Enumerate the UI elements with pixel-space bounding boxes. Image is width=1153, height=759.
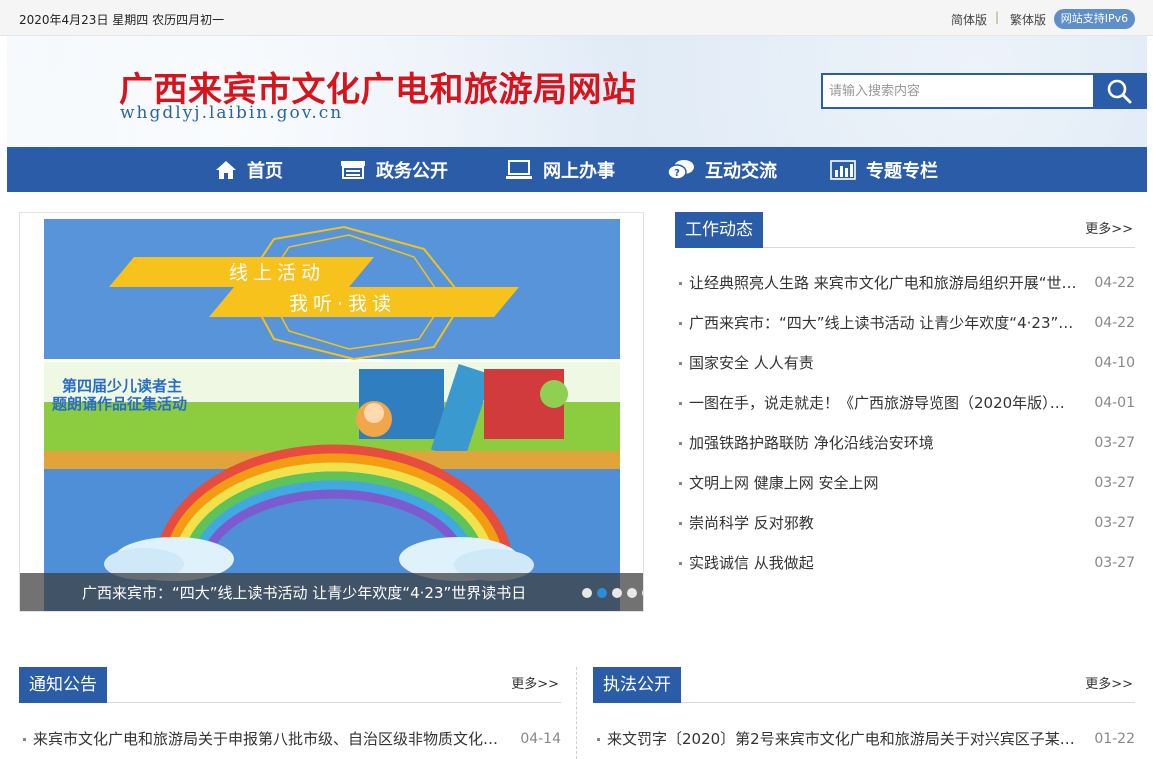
news-date: 04-10 xyxy=(1094,355,1135,371)
building-icon xyxy=(341,160,365,179)
news-title[interactable]: 加强铁路护路联防 净化沿线治安环境 xyxy=(689,423,1077,463)
enforcement-date: 01-22 xyxy=(1094,731,1135,747)
work-news-header: 工作动态 更多>> xyxy=(675,212,1135,248)
banner-line1: 线上活动 xyxy=(229,262,325,284)
ipv6-badge: 网站支持IPv6 xyxy=(1054,9,1135,29)
news-title[interactable]: 文明上网 健康上网 安全上网 xyxy=(689,463,1077,503)
enforcement-title[interactable]: 来文罚字〔2020〕第2号来宾市文化广电和旅游局关于对兴宾区子某网吧的行政处罚决… xyxy=(607,719,1083,759)
news-date: 03-27 xyxy=(1094,515,1135,531)
nav-item-interaction[interactable]: ? 互动交流 xyxy=(667,147,777,192)
top-bar: 2020年4月23日 星期四 农历四月初一 简体版 | 繁体版 网站支持IPv6 xyxy=(0,0,1153,36)
news-date: 03-27 xyxy=(1094,435,1135,451)
current-date: 2020年4月23日 星期四 农历四月初一 xyxy=(19,13,225,27)
enforcement-header: 执法公开 更多>> xyxy=(593,667,1135,703)
laptop-icon xyxy=(506,159,532,179)
banner-sub2: 题朗诵作品征集活动 xyxy=(52,395,187,413)
nav-item-online-service[interactable]: 网上办事 xyxy=(505,147,615,192)
search-button[interactable] xyxy=(1093,75,1145,107)
news-date: 03-27 xyxy=(1094,555,1135,571)
slider-dot[interactable] xyxy=(597,588,607,598)
bullet xyxy=(597,738,600,741)
notice-item[interactable]: 来宾市文化广电和旅游局关于申报第八批市级、自治区级非物质文化遗产代表性项目的通知… xyxy=(19,719,561,759)
news-title[interactable]: 实践诚信 从我做起 xyxy=(689,543,1077,583)
nav-label: 政务公开 xyxy=(376,160,448,182)
traditional-link[interactable]: 繁体版 xyxy=(1010,11,1046,28)
bullet xyxy=(679,282,682,285)
simplified-link[interactable]: 简体版 xyxy=(951,11,987,28)
news-item[interactable]: 让经典照亮人生路 来宾市文化广电和旅游局组织开展“世界读书日”主题活动 04-22 xyxy=(675,263,1135,303)
news-title[interactable]: 广西来宾市：“四大”线上读书活动 让青少年欢度“4·23”世界读书日 xyxy=(689,303,1085,343)
enforcement-title[interactable]: 执法公开 xyxy=(593,667,681,703)
notices-header: 通知公告 更多>> xyxy=(19,667,561,703)
news-item[interactable]: 崇尚科学 反对邪教 03-27 xyxy=(675,503,1135,543)
enforcement-list: 来文罚字〔2020〕第2号来宾市文化广电和旅游局关于对兴宾区子某网吧的行政处罚决… xyxy=(593,719,1135,759)
news-slider[interactable]: 线上活动 我听·我读 第四届少儿读者主 题朗诵作品征集活动 广西来宾市：“四大”… xyxy=(19,212,644,612)
banner-sub1: 第四届少儿读者主 xyxy=(62,377,182,395)
svg-text:?: ? xyxy=(674,168,680,179)
enforcement-item[interactable]: 来文罚字〔2020〕第2号来宾市文化广电和旅游局关于对兴宾区子某网吧的行政处罚决… xyxy=(593,719,1135,759)
nav-item-home[interactable]: 首页 xyxy=(215,147,283,192)
slide-caption-bar: 广西来宾市：“四大”线上读书活动 让青少年欢度“4·23”世界读书日 xyxy=(20,573,643,611)
column-divider xyxy=(576,667,577,759)
bullet xyxy=(679,402,682,405)
slide-image[interactable]: 线上活动 我听·我读 第四届少儿读者主 题朗诵作品征集活动 xyxy=(44,219,620,612)
slider-dot[interactable] xyxy=(582,588,592,598)
news-title[interactable]: 让经典照亮人生路 来宾市文化广电和旅游局组织开展“世界读书日”主题活动 xyxy=(689,263,1077,303)
news-item[interactable]: 实践诚信 从我做起 03-27 xyxy=(675,543,1135,583)
slider-dot[interactable] xyxy=(642,588,643,598)
banner-line2: 我听·我读 xyxy=(289,293,396,315)
nav-item-gov-affairs[interactable]: 政务公开 xyxy=(340,147,448,192)
main-nav: 首页 政务公开 网上办事 ? 互动交流 专题专栏 xyxy=(7,147,1147,192)
bullet xyxy=(23,738,26,741)
news-date: 03-27 xyxy=(1094,475,1135,491)
work-news-more-link[interactable]: 更多>> xyxy=(1085,218,1133,237)
site-domain: whgdlyj.laibin.gov.cn xyxy=(120,103,344,123)
work-news-list: 让经典照亮人生路 来宾市文化广电和旅游局组织开展“世界读书日”主题活动 04-22… xyxy=(675,263,1135,583)
notices-title[interactable]: 通知公告 xyxy=(19,667,107,703)
news-item[interactable]: 国家安全 人人有责 04-10 xyxy=(675,343,1135,383)
news-item[interactable]: 加强铁路护路联防 净化沿线治安环境 03-27 xyxy=(675,423,1135,463)
news-date: 04-22 xyxy=(1094,275,1135,291)
notices-list: 来宾市文化广电和旅游局关于申报第八批市级、自治区级非物质文化遗产代表性项目的通知… xyxy=(19,719,561,759)
bullet xyxy=(679,482,682,485)
chat-icon: ? xyxy=(667,159,694,180)
nav-label: 专题专栏 xyxy=(866,160,938,182)
lang-separator: | xyxy=(995,10,1000,24)
nav-label: 互动交流 xyxy=(705,160,777,182)
search-icon xyxy=(1107,79,1132,104)
news-title[interactable]: 崇尚科学 反对邪教 xyxy=(689,503,1077,543)
site-header: 广西来宾市文化广电和旅游局网站 whgdlyj.laibin.gov.cn xyxy=(7,36,1147,147)
news-title[interactable]: 一图在手，说走就走！《广西旅游导览图（2020年版）》正式发布 xyxy=(689,383,1077,423)
notice-date: 04-14 xyxy=(520,731,561,747)
notice-title[interactable]: 来宾市文化广电和旅游局关于申报第八批市级、自治区级非物质文化遗产代表性项目的通知 xyxy=(33,719,511,759)
home-icon xyxy=(216,160,236,179)
nav-label: 网上办事 xyxy=(543,160,615,182)
enforcement-more-link[interactable]: 更多>> xyxy=(1085,673,1133,692)
slide-caption[interactable]: 广西来宾市：“四大”线上读书活动 让青少年欢度“4·23”世界读书日 xyxy=(82,573,582,611)
work-news-title[interactable]: 工作动态 xyxy=(675,212,763,248)
nav-label: 首页 xyxy=(247,160,283,182)
news-item[interactable]: 广西来宾市：“四大”线上读书活动 让青少年欢度“4·23”世界读书日 04-22 xyxy=(675,303,1135,343)
slider-dot[interactable] xyxy=(627,588,637,598)
news-item[interactable]: 文明上网 健康上网 安全上网 03-27 xyxy=(675,463,1135,503)
search-input[interactable] xyxy=(823,75,1093,107)
news-date: 04-22 xyxy=(1094,315,1135,331)
bar-chart-icon xyxy=(830,159,856,180)
nav-item-topics[interactable]: 专题专栏 xyxy=(830,147,938,192)
slider-dots xyxy=(582,588,643,598)
bullet xyxy=(679,442,682,445)
news-item[interactable]: 一图在手，说走就走！《广西旅游导览图（2020年版）》正式发布 04-01 xyxy=(675,383,1135,423)
bullet xyxy=(679,322,682,325)
search-box xyxy=(821,73,1147,109)
bullet xyxy=(679,562,682,565)
news-title[interactable]: 国家安全 人人有责 xyxy=(689,343,1077,383)
slider-dot[interactable] xyxy=(612,588,622,598)
bullet xyxy=(679,522,682,525)
bullet xyxy=(679,362,682,365)
news-date: 04-01 xyxy=(1094,395,1135,411)
notices-more-link[interactable]: 更多>> xyxy=(511,673,559,692)
